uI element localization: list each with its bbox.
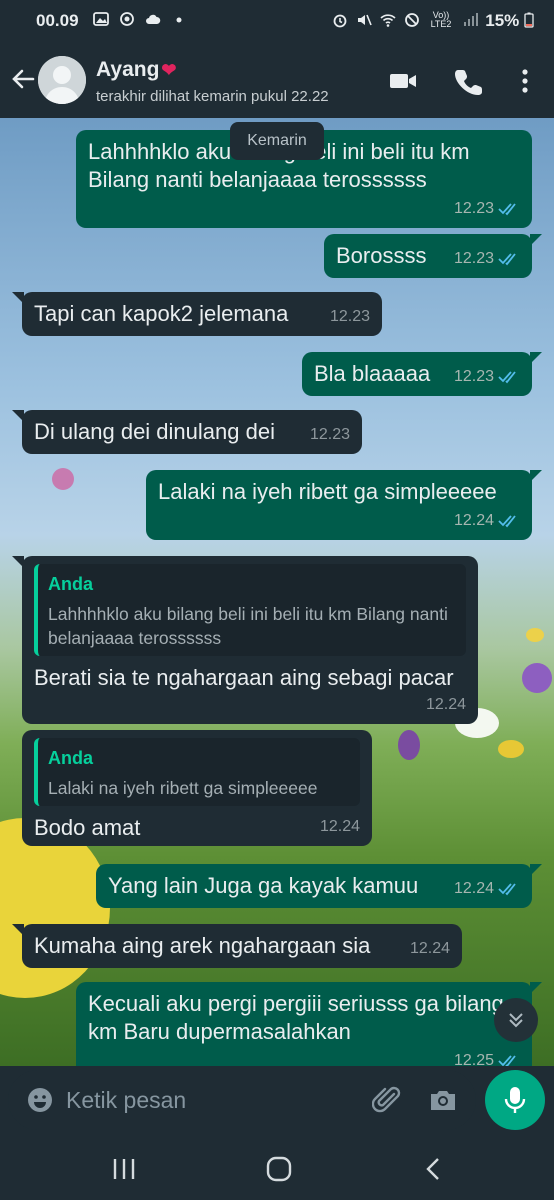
message-bubble-outgoing[interactable]: Bla blaaaaa 12.23 — [302, 352, 542, 396]
gallery-icon — [93, 12, 109, 26]
message-bubble-outgoing[interactable]: Lalaki na iyeh ribett ga simpleeeee 12.2… — [146, 470, 542, 540]
heart-emoji: ❤ — [161, 60, 177, 80]
mute-icon — [358, 14, 372, 26]
wallpaper-flower — [398, 730, 420, 760]
contact-name[interactable]: Ayang ❤ — [96, 58, 177, 82]
status-time: 00.09 — [36, 11, 79, 30]
video-call-icon[interactable] — [388, 66, 418, 96]
battery-level: 15% — [485, 11, 534, 31]
alarm-icon — [333, 14, 347, 28]
status-bar: 00.09 Vo)) LTE2 15% — [0, 0, 554, 44]
double-check-read-icon — [498, 203, 516, 216]
message-time: 12.24 — [453, 512, 494, 529]
message-input-pill — [8, 1070, 476, 1130]
message-time: 12.24 — [409, 940, 450, 957]
message-time: 12.24 — [453, 880, 494, 897]
double-chevron-down-icon — [509, 1013, 523, 1028]
message-bubble-incoming-reply[interactable]: Anda Lalaki na iyeh ribett ga simpleeeee… — [22, 730, 372, 846]
date-chip: Kemarin — [230, 122, 324, 160]
message-time: 12.23 — [453, 368, 494, 385]
message-text: Di ulang dei dinulang dei — [34, 419, 275, 444]
message-text: Lalaki na iyeh ribett ga simpleeeee — [158, 479, 497, 504]
chat-header: Ayang ❤ terakhir dilihat kemarin pukul 22… — [0, 44, 554, 118]
more-vert-icon[interactable] — [510, 66, 540, 96]
message-time: 12.23 — [309, 426, 350, 443]
quote-text: Lalaki na iyeh ribett ga simpleeeee — [48, 778, 318, 798]
message-text: Bodo amat — [34, 815, 141, 840]
double-check-read-icon — [498, 253, 516, 266]
cloud-icon — [146, 14, 161, 24]
message-time: 12.23 — [453, 250, 494, 267]
double-check-read-icon — [498, 371, 516, 384]
system-nav-bar — [0, 1136, 554, 1200]
wallpaper-flower — [498, 740, 524, 758]
battery-icon — [524, 12, 534, 28]
mic-icon — [504, 1087, 526, 1113]
no-sim-icon — [405, 13, 419, 27]
message-time: 12.25 — [453, 1052, 494, 1066]
paperclip-icon[interactable] — [372, 1084, 402, 1116]
chat-area[interactable]: Kemarin Lahhhhklo aku bilang beli ini be… — [0, 118, 554, 1066]
wallpaper-flower — [522, 663, 552, 693]
message-bubble-outgoing[interactable]: Yang lain Juga ga kayak kamuu 12.24 — [96, 864, 542, 908]
camera-icon[interactable] — [428, 1085, 458, 1115]
message-text: Berati sia te ngahargaan aing sebagi pac… — [34, 665, 454, 690]
last-seen-status: terakhir dilihat kemarin pukul 22.22 — [96, 88, 329, 105]
voice-record-button[interactable] — [485, 1070, 545, 1130]
message-bubble-outgoing[interactable]: Kecuali aku pergi pergiii seriusss ga bi… — [76, 982, 542, 1066]
message-time: 12.23 — [453, 200, 494, 217]
message-bubble-incoming[interactable]: Tapi can kapok2 jelemana 12.23 — [12, 292, 382, 336]
back-arrow-icon[interactable] — [8, 64, 38, 94]
message-text: Tapi can kapok2 jelemana — [34, 301, 289, 326]
message-bubble-incoming-reply[interactable]: Anda Lahhhhklo aku bilang beli ini beli … — [12, 556, 478, 724]
quoted-message[interactable]: Anda Lalaki na iyeh ribett ga simpleeeee — [34, 738, 360, 806]
quoted-message[interactable]: Anda Lahhhhklo aku bilang beli ini beli … — [34, 564, 466, 656]
message-bubble-outgoing[interactable]: Borossss 12.23 — [324, 234, 542, 278]
wallpaper-flower — [526, 628, 544, 642]
message-time: 12.24 — [425, 696, 466, 713]
emoji-icon[interactable] — [26, 1086, 54, 1114]
message-text: Kecuali aku pergi pergiii seriusss ga bi… — [88, 991, 504, 1044]
message-time: 12.24 — [319, 818, 360, 835]
double-check-read-icon — [498, 883, 516, 896]
avatar[interactable] — [38, 56, 86, 104]
sync-icon — [120, 12, 134, 26]
dot-icon — [176, 17, 182, 23]
default-avatar-icon — [38, 56, 86, 104]
wallpaper-flower — [52, 468, 74, 490]
message-bubble-incoming[interactable]: Di ulang dei dinulang dei 12.23 — [12, 410, 362, 454]
signal-icon — [464, 13, 478, 26]
recent-apps-icon[interactable] — [110, 1156, 138, 1182]
message-time: 12.23 — [329, 308, 370, 325]
scroll-to-bottom-button[interactable] — [494, 998, 538, 1042]
quote-author: Anda — [48, 748, 93, 768]
quote-text: Lahhhhklo aku bilang beli ini beli itu k… — [48, 604, 448, 648]
double-check-read-icon — [498, 1055, 516, 1066]
message-input[interactable] — [66, 1080, 366, 1120]
message-text: Kumaha aing arek ngahargaan sia — [34, 933, 371, 958]
double-check-read-icon — [498, 515, 516, 528]
home-icon[interactable] — [265, 1156, 293, 1182]
phone-icon[interactable] — [454, 66, 484, 96]
wifi-icon — [380, 14, 396, 27]
quote-author: Anda — [48, 574, 93, 594]
message-bubble-incoming[interactable]: Kumaha aing arek ngahargaan sia 12.24 — [12, 924, 462, 968]
network-label: Vo)) LTE2 — [430, 10, 452, 29]
message-composer — [0, 1066, 554, 1136]
back-nav-icon[interactable] — [420, 1156, 448, 1182]
